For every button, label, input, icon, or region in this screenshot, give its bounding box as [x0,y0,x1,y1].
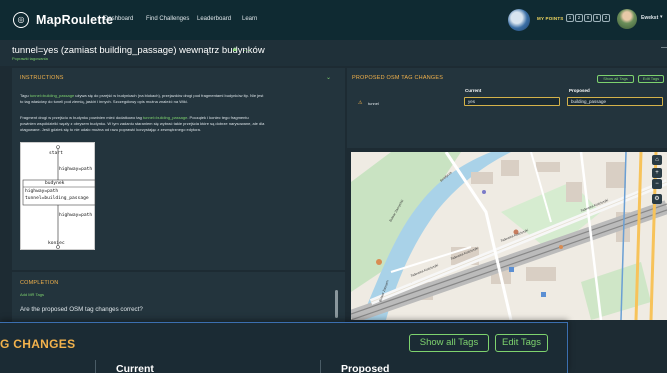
column-current: Current [465,88,482,93]
instructions-paragraph-1: Tagu tunnel=building_passage używa się d… [20,93,332,105]
instructions-paragraph-2: Fragment drogi w przejściu w budynku pow… [20,115,332,133]
user-name[interactable]: Ewekst [641,15,658,21]
proposed-value-field[interactable]: building_passage [567,97,663,106]
instr-text: Fragment drogi w przejściu w budynku pow… [20,115,143,120]
diagram-lower-tag: highway=path [59,213,93,218]
map-settings-icon[interactable]: ⚙ [652,194,662,204]
instr-code[interactable]: tunnel=building_passage [143,115,187,120]
overlay-column-proposed: Proposed [341,363,390,373]
zoom-in-icon[interactable]: + [652,168,662,178]
diagram-upper-tag: highway=path [59,167,93,172]
instr-code[interactable]: tunnel=building_passage [30,93,74,98]
poi-marker [482,190,486,194]
points-digit: 2 [575,14,583,22]
instr-text: Tagu [20,93,30,98]
overlay-divider [320,360,321,373]
overlay-show-all-tags-button[interactable]: Show all Tags [409,334,489,352]
osm-changes-heading: PROPOSED OSM TAG CHANGES [352,75,444,81]
completion-heading: COMPLETION [20,280,59,286]
points-digit: 6 [593,14,601,22]
collapse-chevron-icon[interactable]: ⌄ [326,74,331,81]
task-title: tunnel=yes (zamiast building_passage) we… [12,45,265,56]
more-options-icon[interactable]: … [243,44,251,53]
building [566,182,582,202]
add-mr-tags-link[interactable]: Add MR Tags [20,292,44,297]
zoom-out-icon[interactable]: − [652,179,662,189]
instructions-heading: INSTRUCTIONS [20,75,64,81]
poi-marker [376,259,382,265]
completion-panel [12,272,345,322]
nav-learn[interactable]: Learn [242,16,257,22]
overlay-divider [95,360,96,373]
poi-marker [559,245,563,249]
parking-marker [509,267,514,272]
user-badge-avatar[interactable] [508,9,530,31]
user-avatar[interactable] [617,9,637,29]
map-canvas[interactable]: Tadeusza Kościuszki Tadeusza Kościuszki … [351,152,667,320]
nav-dashboard[interactable]: Dashboard [104,16,133,22]
map-home-icon[interactable]: ⌂ [652,155,662,165]
points-digit: 2 [602,14,610,22]
user-menu-chevron-icon[interactable]: ▾ [660,14,663,20]
nav-leaderboard[interactable]: Leaderboard [197,16,231,22]
building [501,160,519,176]
points-digit: 0 [584,14,592,22]
building [471,172,493,184]
my-points-label: MY POINTS [537,16,564,21]
diagram-inner-tag-2: tunnel=building_passage [25,196,89,201]
current-value-field[interactable]: yes [464,97,560,106]
tunnel-diagram: start highway=path budynek highway=path … [20,142,96,250]
lock-icon[interactable]: 🔒︎ [233,46,237,54]
overlay-edit-tags-button[interactable]: Edit Tags [495,334,548,352]
instr-text: to tag właściwy do tuneli pod ziemią, ja… [20,99,188,104]
maproulette-logo-icon[interactable]: ◎ [13,12,29,28]
diagram-inner-tag-1: highway=path [25,189,59,194]
completion-question: Are the proposed OSM tag changes correct… [20,306,143,313]
minimize-icon[interactable]: — [661,45,667,51]
overlay-heading: G CHANGES [0,337,76,351]
task-subtitle[interactable]: Poprawki tagowania [12,56,48,61]
parking-marker [541,292,546,297]
diagram-building: budynek [45,181,65,186]
nav-find-challenges[interactable]: Find Challenges [146,16,189,22]
points-digit: 1 [566,14,574,22]
app-name[interactable]: MapRoulette [36,13,113,27]
building [606,162,626,188]
map-view[interactable]: Tadeusza Kościuszki Tadeusza Kościuszki … [351,152,667,320]
instr-text: otagowane. Jeśli gdzieś się to nie udało… [20,127,201,132]
edit-tags-button[interactable]: Edit Tags [638,75,664,83]
building [536,162,560,172]
diagram-end: koniec [48,241,65,246]
diagram-start: start [49,151,63,156]
show-all-tags-button[interactable]: Show all Tags [597,75,634,83]
building [526,267,556,281]
overlay-column-current: Current [116,363,154,373]
instr-text: używa się do przejść w budynkach (na blo… [74,93,264,98]
tag-key: tunnel [368,101,379,106]
warning-icon: ⚠ [358,100,363,106]
instr-text: powinien współdzielić węzły z obrysem bu… [20,121,265,126]
instr-text: . Początek i koniec tego fragmentu [187,115,249,120]
completion-scrollbar[interactable] [335,290,338,318]
column-proposed: Proposed [569,88,590,93]
